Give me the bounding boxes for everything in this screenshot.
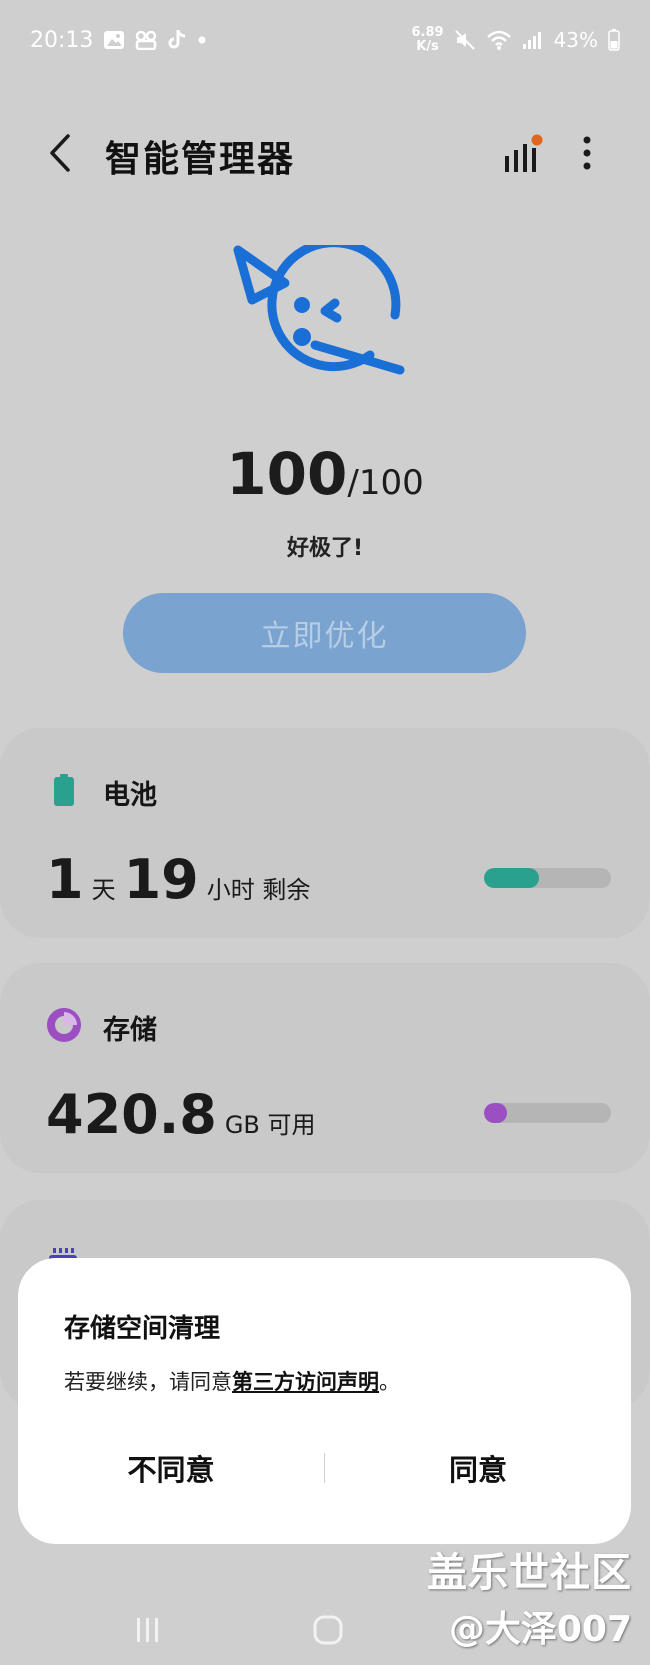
accept-button[interactable]: 同意 [325,1447,631,1489]
storage-cleanup-dialog: 存储空间清理 若要继续，请同意第三方访问声明。 不同意 同意 [18,1258,631,1544]
storage-usage-fill [484,1103,507,1123]
mute-icon [454,29,476,51]
page-title: 智能管理器 [105,139,296,180]
notification-dot-icon [531,134,543,146]
bar-chart-icon [505,134,543,172]
optimize-now-button[interactable]: 立即优化 [123,593,526,673]
battery-percent: 43% [553,28,598,52]
more-options-button[interactable] [575,128,599,178]
status-bar-right: 6.89 K/s 43% [411,26,620,54]
dialog-body-suffix: 。 [379,1370,400,1394]
dialog-body-prefix: 若要继续，请同意 [64,1370,232,1394]
health-score: 100/100 [0,440,650,508]
recent-apps-button[interactable] [128,1610,168,1650]
status-bar: 20:13 6.89 K/s 43% [0,0,650,80]
tiktok-icon [167,29,187,51]
mascot-face-icon [230,238,430,420]
battery-remaining: 1 天 19 小时 剩余 [46,848,310,911]
battery-icon [54,774,74,806]
dot-icon [197,35,207,45]
dialog-title: 存储空间清理 [64,1314,221,1344]
signal-icon [522,30,544,50]
battery-days: 1 [46,848,84,911]
chevron-left-icon [50,134,70,172]
system-nav-bar [0,1600,650,1665]
app-header: 智能管理器 [0,110,650,200]
back-button[interactable] [40,128,80,178]
wifi-icon [486,29,512,51]
dialog-actions: 不同意 同意 [18,1428,631,1508]
home-button[interactable] [308,1610,348,1650]
battery-days-unit: 天 [91,876,116,904]
dialog-body: 若要继续，请同意第三方访问声明。 [64,1366,400,1396]
storage-usage-bar [484,1103,611,1123]
score-total: /100 [347,463,424,503]
recents-icon [137,1618,158,1642]
battery-title: 电池 [103,780,157,811]
app-icon [135,30,157,50]
storage-title: 存储 [103,1015,157,1046]
battery-icon [608,29,620,51]
net-speed-unit: K/s [416,39,439,54]
watermark-community: 盖乐世社区 [427,1550,632,1596]
storage-available: 420.8 GB 可用 [46,1083,316,1146]
home-icon [313,1615,343,1645]
decline-button[interactable]: 不同意 [18,1447,324,1489]
battery-hours: 19 [123,848,199,911]
net-speed: 6.89 K/s [411,26,443,54]
storage-card[interactable]: 存储 420.8 GB 可用 [0,963,650,1173]
storage-value: 420.8 [46,1083,217,1146]
stats-button[interactable] [500,130,548,178]
third-party-notice-link[interactable]: 第三方访问声明 [232,1370,379,1394]
battery-card[interactable]: 电池 1 天 19 小时 剩余 [0,728,650,938]
battery-level-fill [484,868,539,888]
score-value: 100 [226,440,348,508]
net-speed-value: 6.89 [411,25,444,40]
more-vertical-icon [583,136,591,170]
battery-hours-unit: 小时 剩余 [206,876,311,904]
score-status: 好极了! [286,536,364,561]
storage-unit: GB 可用 [224,1111,316,1139]
status-bar-left: 20:13 [30,28,207,53]
gallery-icon [103,30,125,50]
status-time: 20:13 [30,27,94,53]
storage-pie-icon [47,1008,81,1042]
battery-level-bar [484,868,611,888]
